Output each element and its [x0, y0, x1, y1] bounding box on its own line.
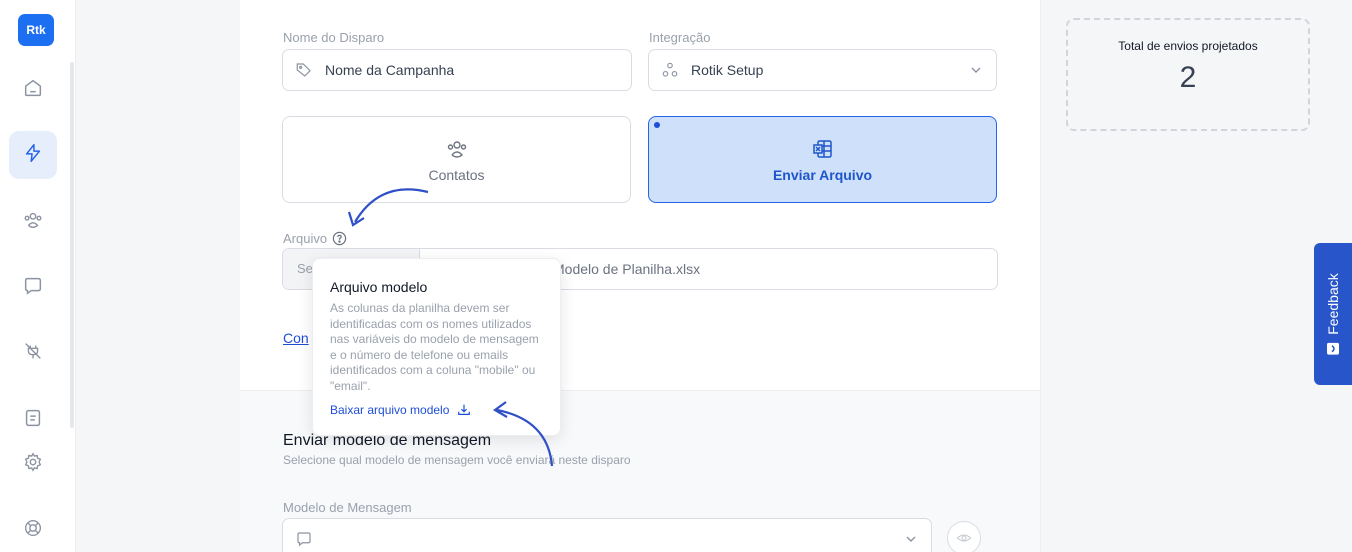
integration-icon	[661, 61, 679, 79]
projected-total-label: Total de envios projetados	[1118, 39, 1258, 53]
option-upload-label: Enviar Arquivo	[772, 166, 873, 183]
sidebar: Rtk	[0, 0, 76, 552]
sidebar-item-messages[interactable]	[9, 264, 57, 312]
download-template-label: Baixar arquivo modelo	[330, 403, 450, 417]
tag-icon	[295, 61, 313, 79]
message-model-select[interactable]	[282, 518, 932, 552]
config-link[interactable]: Con	[283, 330, 309, 346]
integration-select[interactable]: Rotik Setup	[648, 49, 997, 91]
help-icon[interactable]	[332, 231, 347, 246]
lifebuoy-icon	[22, 517, 44, 544]
sidebar-item-settings[interactable]	[9, 440, 57, 488]
integration-label: Integração	[649, 30, 711, 45]
gear-icon	[22, 451, 44, 478]
sidebar-item-home[interactable]	[9, 66, 57, 114]
message-section-subtitle: Selecione qual modelo de mensagem você e…	[283, 453, 631, 467]
users-icon	[22, 209, 44, 236]
message-model-label: Modelo de Mensagem	[283, 500, 412, 515]
plug-off-icon	[22, 340, 44, 367]
selected-indicator	[654, 122, 660, 128]
campaign-name-label: Nome do Disparo	[283, 30, 385, 45]
file-label: Arquivo	[283, 231, 328, 246]
sidebar-item-integrations[interactable]	[9, 329, 57, 377]
preview-button[interactable]	[947, 521, 981, 552]
chevron-down-icon	[906, 536, 916, 542]
eye-icon	[956, 534, 972, 542]
tooltip-title: Arquivo modelo	[330, 279, 428, 295]
users-icon	[445, 137, 469, 161]
option-upload-file[interactable]: Enviar Arquivo	[648, 116, 997, 203]
feedback-icon	[1327, 342, 1339, 355]
download-template-link[interactable]: Baixar arquivo modelo	[330, 403, 544, 417]
option-contacts[interactable]: Contatos	[282, 116, 631, 203]
sidebar-item-contacts[interactable]	[9, 198, 57, 246]
app-logo[interactable]: Rtk	[18, 14, 54, 46]
projected-total-card: Total de envios projetados 2	[1066, 18, 1310, 131]
feedback-tab[interactable]: Feedback	[1314, 243, 1352, 385]
feedback-label: Feedback	[1325, 273, 1341, 335]
document-icon	[22, 407, 44, 434]
home-icon	[22, 77, 44, 104]
campaign-name-value: Nome da Campanha	[325, 62, 455, 78]
sidebar-item-help[interactable]	[9, 506, 57, 552]
file-name: Modelo de Planilha.xlsx	[553, 261, 701, 277]
campaign-name-input[interactable]: Nome da Campanha	[282, 49, 632, 91]
option-contacts-label: Contatos	[428, 166, 485, 183]
feedback-content: Feedback	[1325, 273, 1341, 355]
download-icon	[458, 404, 471, 415]
sidebar-item-campaigns[interactable]	[9, 131, 57, 179]
chevron-down-icon	[971, 67, 981, 73]
sidebar-item-reports[interactable]	[9, 396, 57, 444]
integration-value: Rotik Setup	[691, 62, 764, 78]
projected-total-value: 2	[1179, 61, 1197, 94]
chat-icon	[295, 530, 313, 548]
file-template-tooltip: Arquivo modelo As colunas da planilha de…	[312, 258, 561, 436]
spreadsheet-icon	[811, 137, 835, 161]
tooltip-body: As colunas da planilha devem ser identif…	[330, 301, 539, 393]
file-label-group: Arquivo	[283, 231, 347, 246]
sidebar-scrollbar[interactable]	[70, 62, 74, 428]
chat-icon	[22, 275, 44, 302]
lightning-icon	[22, 142, 44, 169]
